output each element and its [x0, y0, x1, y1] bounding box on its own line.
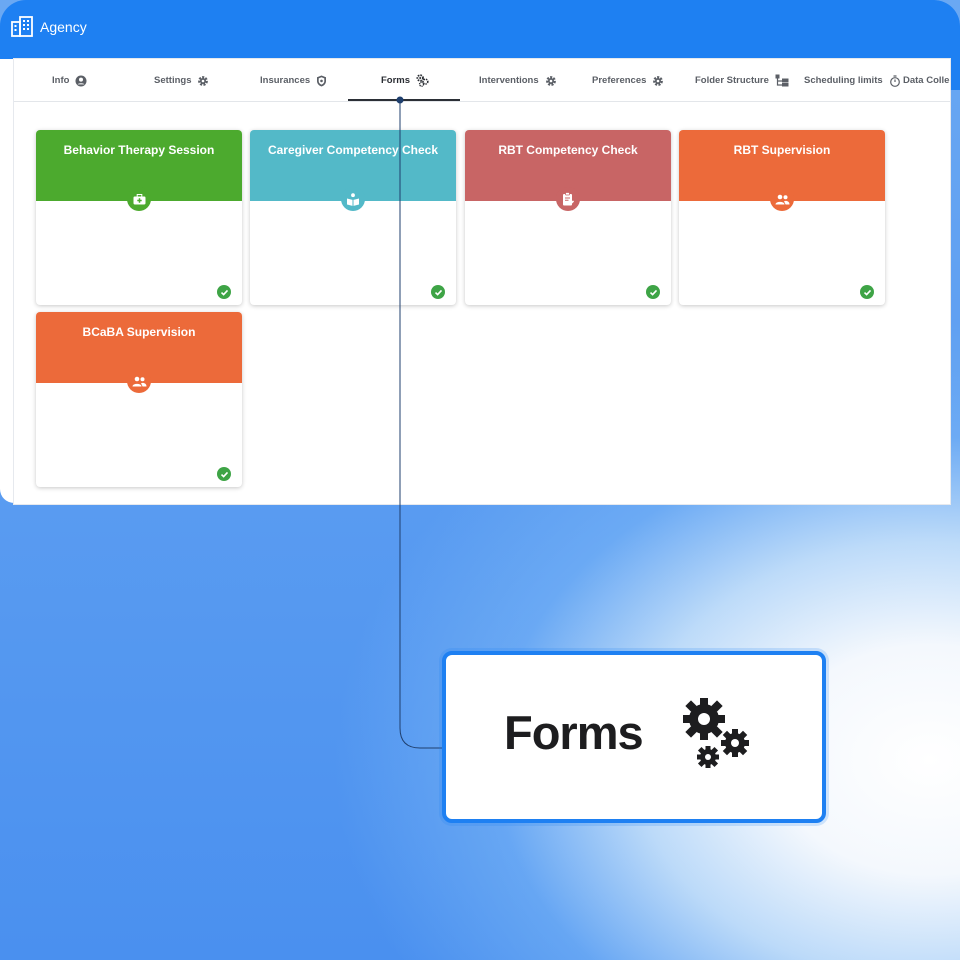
gears-icon — [683, 698, 749, 768]
callout-label: Forms — [504, 706, 644, 759]
screen-frame: Agency Info Settings Insurances Forms In… — [0, 0, 960, 960]
forms-callout: Forms — [442, 651, 826, 823]
